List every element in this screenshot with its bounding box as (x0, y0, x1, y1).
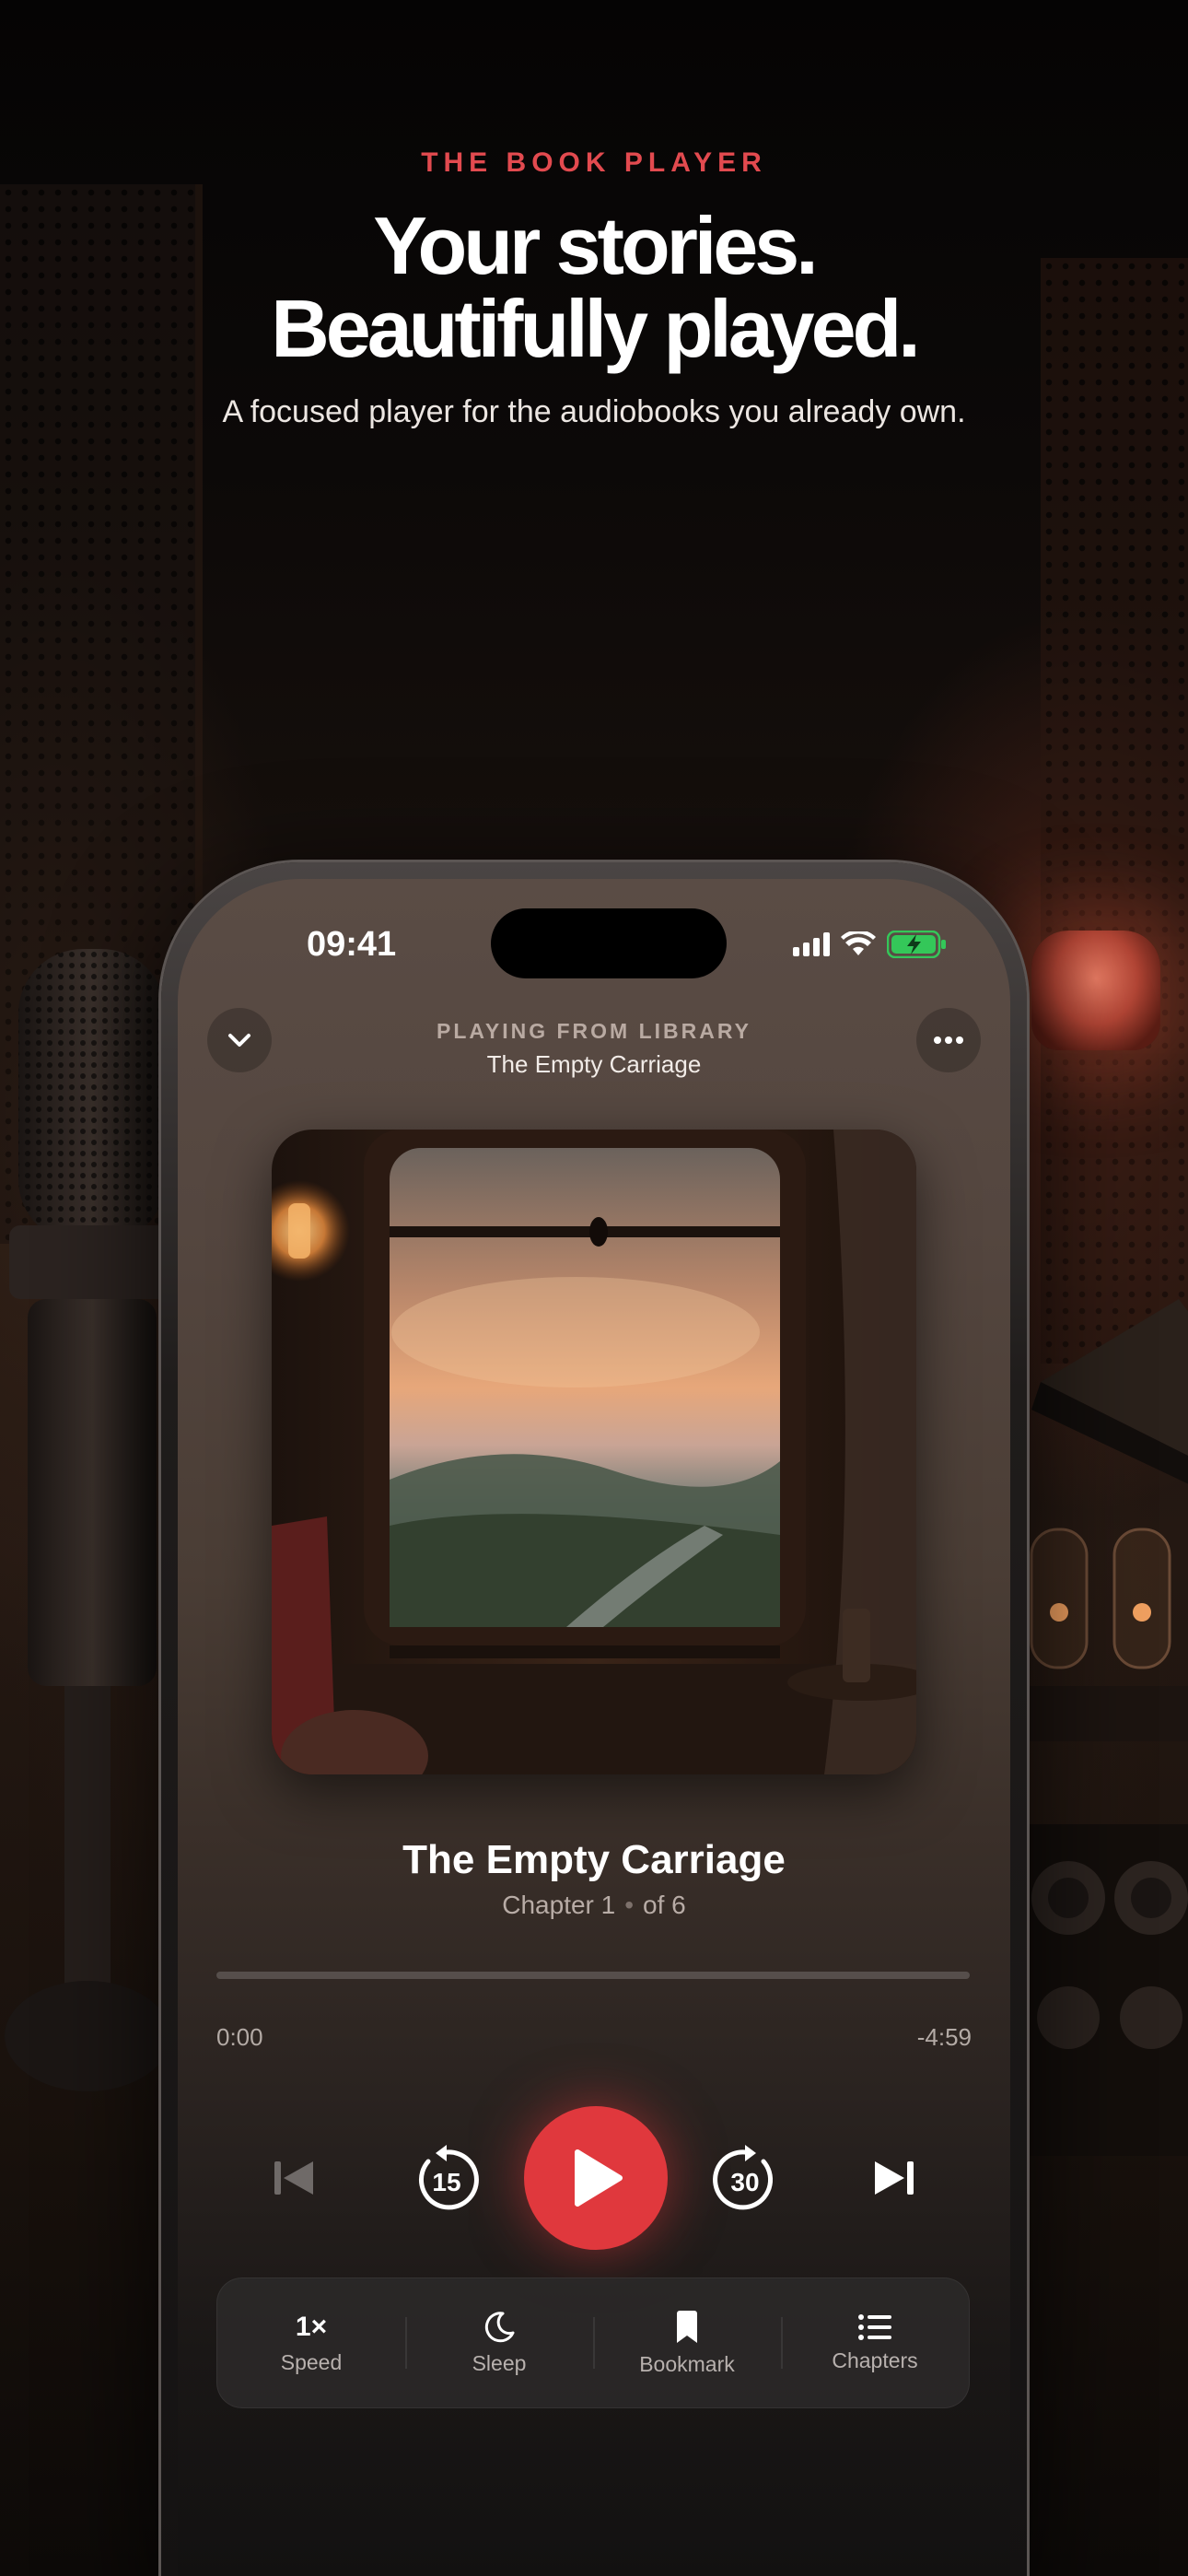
sleep-label: Sleep (472, 2350, 527, 2375)
next-chapter-button[interactable] (867, 2150, 922, 2206)
bookmark-label: Bookmark (639, 2351, 735, 2376)
phone-frame: 09:41 PLAYING FROM LIBRARY The Empty Car… (161, 862, 1027, 2576)
vacuum-tubes-illustration (1013, 1528, 1188, 1741)
speed-label: Speed (280, 2349, 343, 2374)
cover-art (272, 1130, 916, 1774)
status-icons (793, 931, 948, 958)
battery-charging-icon (887, 931, 946, 958)
train-window-sunset-illustration (272, 1130, 916, 1774)
playing-from-title: The Empty Carriage (486, 1050, 702, 1078)
skip-previous-icon (274, 2161, 313, 2195)
chapters-button[interactable]: Chapters (781, 2278, 969, 2407)
bookmark-icon (677, 2310, 697, 2343)
previous-chapter-button[interactable] (266, 2150, 321, 2206)
list-icon (858, 2313, 891, 2340)
forward-30-icon: 30 (713, 2145, 774, 2210)
player-screen: 09:41 PLAYING FROM LIBRARY The Empty Car… (178, 879, 1010, 2576)
time-remaining: -4:59 (916, 2023, 972, 2051)
forward-seconds: 30 (730, 2168, 759, 2196)
headline-line-1: Your stories. (373, 200, 818, 291)
headline: Your stories. Beautifully played. (0, 205, 1188, 370)
dynamic-island (491, 908, 727, 978)
vintage-microphone-illustration (5, 949, 175, 2091)
radio-knobs-illustration (1022, 1824, 1188, 2156)
chapter-info: Chapter 1 • of 6 (178, 1891, 1010, 1920)
speed-button[interactable]: 1× Speed (217, 2278, 405, 2407)
progress-scrubber[interactable] (216, 1972, 970, 1979)
skip-next-icon (875, 2161, 914, 2195)
rewind-seconds: 15 (432, 2168, 460, 2196)
cellular-signal-icon (793, 932, 830, 956)
book-title: The Empty Carriage (402, 1837, 786, 1882)
speed-icon: 1× (295, 2311, 328, 2342)
time-elapsed: 0:00 (216, 2023, 263, 2051)
sleep-timer-button[interactable]: Sleep (405, 2278, 593, 2407)
rewind-15-button[interactable]: 15 (412, 2145, 482, 2215)
bookmark-button[interactable]: Bookmark (593, 2278, 781, 2407)
playing-from-label: PLAYING FROM LIBRARY (437, 1019, 751, 1043)
moon-icon (484, 2311, 515, 2342)
chapter-separator: • (624, 1891, 635, 1919)
wall-lamp-glow (1031, 931, 1160, 1050)
chapter-total: of 6 (643, 1891, 686, 1919)
desk-lamp-illustration (1031, 1299, 1188, 1484)
more-options-button[interactable] (916, 1008, 981, 1072)
rewind-15-icon: 15 (418, 2145, 479, 2210)
wifi-icon (841, 931, 876, 955)
ellipsis-icon (934, 1036, 963, 1044)
chapter-label: Chapter 1 (502, 1891, 616, 1919)
play-icon (575, 2149, 623, 2207)
forward-30-button[interactable]: 30 (710, 2145, 780, 2215)
play-button[interactable] (524, 2106, 668, 2250)
chapters-label: Chapters (832, 2348, 918, 2372)
player-actions-dock: 1× Speed Sleep Bookmark Chapters (216, 2277, 970, 2408)
eyebrow-label: THE BOOK PLAYER (421, 147, 767, 178)
subheadline: A focused player for the audiobooks you … (222, 394, 966, 429)
status-time: 09:41 (307, 925, 397, 964)
headline-line-2: Beautifully played. (271, 283, 921, 374)
